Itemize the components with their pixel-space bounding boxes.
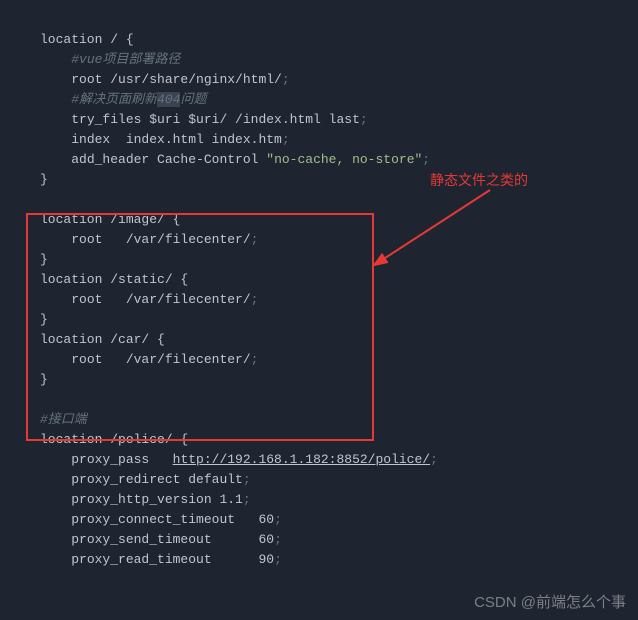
annotation-label: 静态文件之类的	[430, 170, 528, 190]
watermark: CSDN @前端怎么个事	[474, 591, 626, 612]
code-line: try_files $uri $uri/ /index.html last;	[40, 112, 368, 127]
code-line: index index.html index.htm;	[40, 132, 290, 147]
code-line: location /police/ {	[40, 432, 188, 447]
code-line: proxy_http_version 1.1;	[40, 492, 251, 507]
code-line	[40, 392, 48, 407]
code-block: location / { #vue项目部署路径 root /usr/share/…	[0, 0, 638, 570]
code-line: #vue项目部署路径	[40, 52, 180, 67]
code-line: proxy_connect_timeout 60;	[40, 512, 282, 527]
code-line: }	[40, 372, 48, 387]
code-line: root /var/filecenter/;	[40, 232, 258, 247]
code-line: location /image/ {	[40, 212, 180, 227]
code-line: root /var/filecenter/;	[40, 292, 258, 307]
code-line: }	[40, 172, 48, 187]
code-line: #接口端	[40, 412, 87, 427]
code-line: proxy_redirect default;	[40, 472, 251, 487]
code-line: #解决页面刷新404问题	[40, 92, 206, 107]
code-line: root /var/filecenter/;	[40, 352, 258, 367]
code-line: proxy_send_timeout 60;	[40, 532, 282, 547]
code-line: location /car/ {	[40, 332, 165, 347]
code-line: }	[40, 312, 48, 327]
code-line: proxy_pass http://192.168.1.182:8852/pol…	[40, 452, 438, 467]
code-line: root /usr/share/nginx/html/;	[40, 72, 290, 87]
code-line: proxy_read_timeout 90;	[40, 552, 282, 567]
code-line: add_header Cache-Control "no-cache, no-s…	[40, 152, 430, 167]
code-line	[40, 192, 48, 207]
code-line: location / {	[40, 32, 134, 47]
code-line: location /static/ {	[40, 272, 188, 287]
code-line: }	[40, 252, 48, 267]
